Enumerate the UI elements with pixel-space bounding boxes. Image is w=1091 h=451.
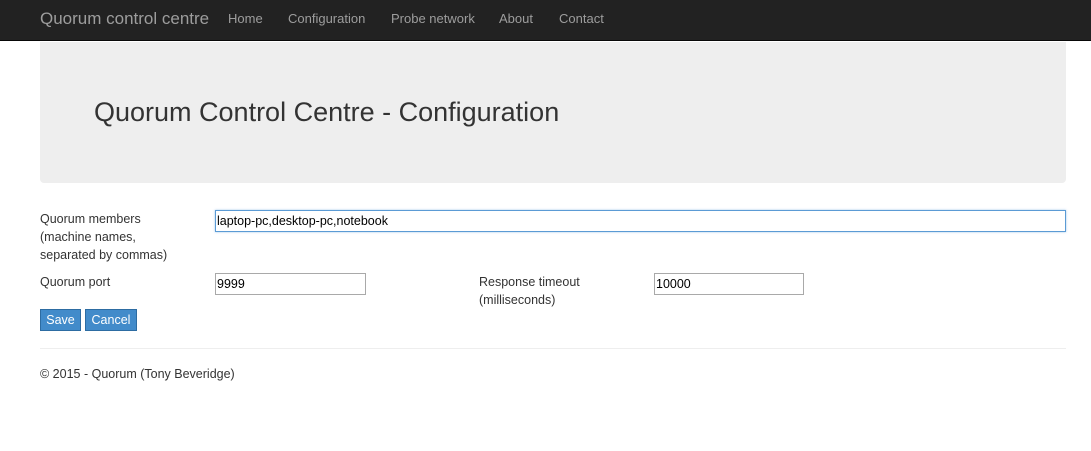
quorum-port-label: Quorum port	[40, 275, 111, 289]
response-timeout-label-line1: Response timeout	[479, 275, 580, 289]
navbar: Quorum control centre Home Configuration…	[0, 0, 1091, 41]
nav-link-about[interactable]: About	[499, 11, 533, 26]
page-title: Quorum Control Centre - Configuration	[94, 97, 560, 127]
nav-link-configuration[interactable]: Configuration	[288, 11, 365, 26]
response-timeout-label: Response timeout (milliseconds)	[479, 273, 580, 309]
response-timeout-input[interactable]	[654, 273, 804, 295]
jumbotron: Quorum Control Centre - Configuration	[40, 42, 1066, 183]
quorum-members-label-line3: separated by commas)	[40, 248, 168, 262]
response-timeout-label-line2: (milliseconds)	[479, 293, 556, 307]
footer-copyright: © 2015 - Quorum (Tony Beveridge)	[40, 367, 235, 381]
footer-divider	[40, 348, 1066, 349]
nav-link-probe-network[interactable]: Probe network	[391, 11, 475, 26]
quorum-members-label-line2: (machine names,	[40, 230, 136, 244]
cancel-button[interactable]: Cancel	[85, 309, 137, 331]
quorum-members-input[interactable]	[215, 210, 1066, 232]
save-button[interactable]: Save	[40, 309, 81, 331]
quorum-members-label-line1: Quorum members	[40, 212, 141, 226]
quorum-members-label: Quorum members (machine names, separated…	[40, 210, 167, 264]
brand-link[interactable]: Quorum control centre	[40, 9, 209, 29]
quorum-port-input[interactable]	[215, 273, 366, 295]
nav-link-home[interactable]: Home	[228, 11, 263, 26]
nav-link-contact[interactable]: Contact	[559, 11, 604, 26]
